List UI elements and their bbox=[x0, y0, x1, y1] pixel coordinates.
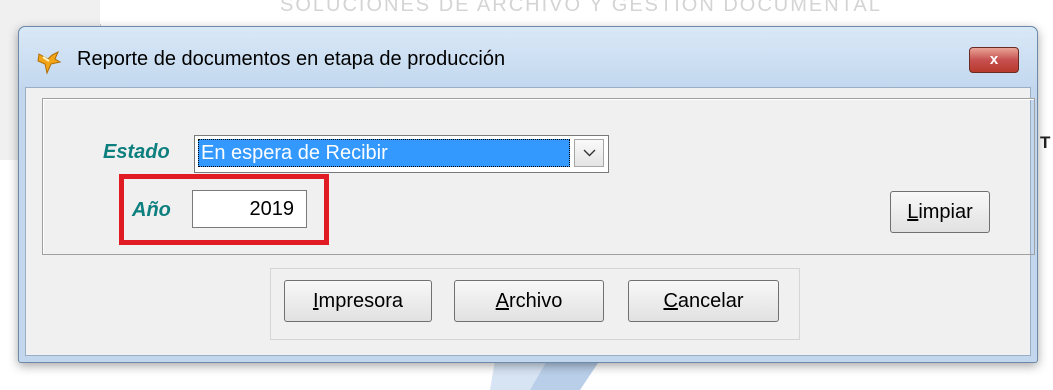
estado-dropdown[interactable]: En espera de Recibir bbox=[194, 135, 609, 173]
impresora-label: mpresora bbox=[318, 290, 404, 312]
archivo-label: rchivo bbox=[508, 290, 563, 312]
chevron-down-icon bbox=[583, 149, 596, 157]
estado-selected-value[interactable]: En espera de Recibir bbox=[198, 139, 570, 167]
background-text-fragment: T bbox=[1040, 133, 1051, 152]
anio-input[interactable] bbox=[192, 190, 307, 228]
wrench-icon bbox=[37, 50, 62, 75]
background-watermark-text: SOLUCIONES DE ARCHIVO Y GESTION DOCUMENT… bbox=[280, 0, 882, 16]
cancelar-button[interactable]: Cancelar bbox=[628, 280, 779, 322]
close-button[interactable]: x bbox=[969, 47, 1019, 73]
dialog-content: Estado En espera de Recibir Año Limpiar … bbox=[25, 87, 1035, 356]
impresora-button[interactable]: Impresora bbox=[284, 280, 432, 322]
anio-label: Año bbox=[132, 199, 171, 221]
limpiar-mnemonic: L bbox=[907, 201, 919, 223]
screen: SOLUCIONES DE ARCHIVO Y GESTION DOCUMENT… bbox=[0, 0, 1053, 390]
action-buttons: Impresora Archivo Cancelar bbox=[270, 268, 800, 340]
archivo-mnemonic: A bbox=[495, 290, 509, 312]
dropdown-arrow-button[interactable] bbox=[574, 139, 604, 167]
filter-group: Estado En espera de Recibir Año Limpiar bbox=[42, 98, 1035, 255]
cancelar-label: ancelar bbox=[677, 290, 744, 312]
cancelar-mnemonic: C bbox=[663, 290, 678, 312]
estado-label: Estado bbox=[103, 141, 170, 163]
report-dialog: Reporte de documentos en etapa de produc… bbox=[18, 26, 1038, 363]
close-icon: x bbox=[989, 51, 999, 68]
dialog-title: Reporte de documentos en etapa de produc… bbox=[77, 48, 506, 70]
archivo-button[interactable]: Archivo bbox=[454, 280, 604, 322]
dialog-titlebar[interactable]: Reporte de documentos en etapa de produc… bbox=[19, 27, 1037, 89]
limpiar-label: impiar bbox=[918, 201, 973, 223]
limpiar-button[interactable]: Limpiar bbox=[890, 191, 990, 233]
background-header: SOLUCIONES DE ARCHIVO Y GESTION DOCUMENT… bbox=[100, 0, 1053, 24]
